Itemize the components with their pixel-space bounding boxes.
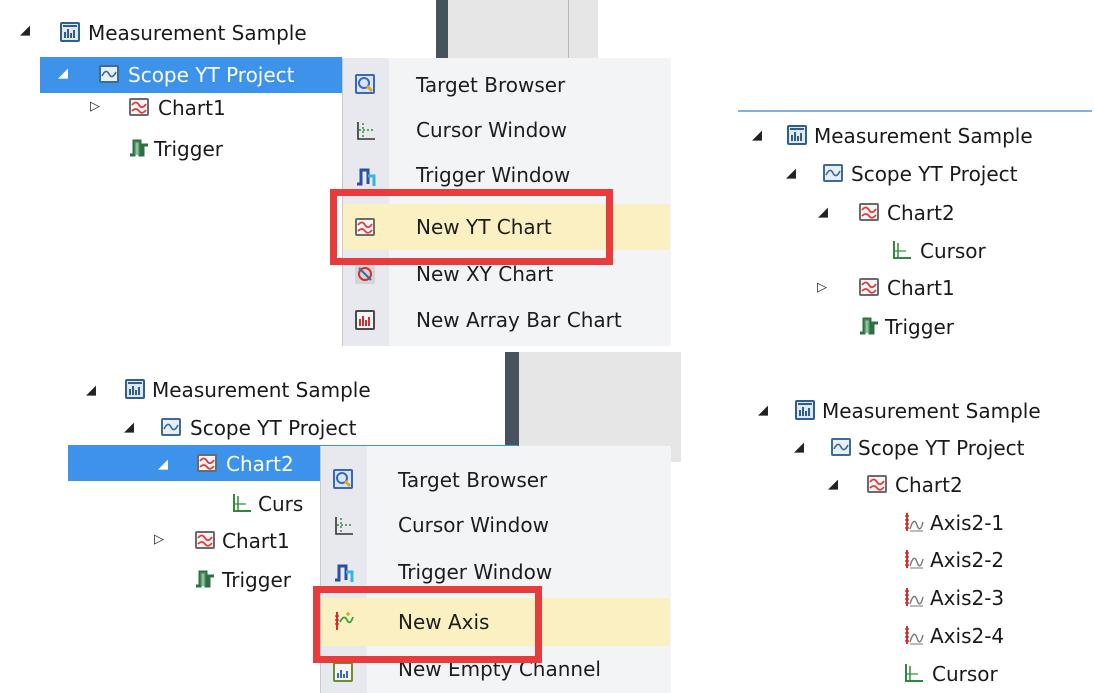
tree-item-measurement-sample[interactable]: Measurement Sample [822, 399, 1041, 423]
collapsed-triangle-icon[interactable]: ▷ [90, 100, 100, 113]
tree-item-axis[interactable]: Axis2-1 [930, 511, 1004, 535]
cursor-icon [230, 492, 252, 514]
yt-chart-icon [128, 96, 150, 118]
menu-item-target-browser[interactable]: Target Browser [416, 73, 565, 97]
tree-item-scope-yt-project[interactable]: Scope YT Project [851, 162, 1018, 186]
cursor-window-icon [332, 515, 354, 537]
tree-item-chart1[interactable]: Chart1 [222, 529, 290, 553]
tree-item-scope-yt-project[interactable]: Scope YT Project [190, 416, 357, 440]
scope-project-icon [98, 63, 120, 85]
trigger-window-icon [354, 166, 376, 188]
new-array-bar-chart-icon [354, 309, 376, 331]
expanded-triangle-icon[interactable]: ◢ [20, 24, 30, 37]
scope-project-icon [822, 162, 844, 184]
expanded-triangle-icon[interactable]: ◢ [158, 458, 168, 471]
yt-chart-icon [194, 529, 216, 551]
highlight-red-box [313, 586, 542, 663]
top-border-line [738, 110, 1092, 112]
tree-item-trigger[interactable]: Trigger [222, 568, 291, 592]
expanded-triangle-icon[interactable]: ◢ [794, 441, 804, 454]
tree-item-cursor[interactable]: Cursor [932, 662, 998, 686]
expanded-triangle-icon[interactable]: ◢ [758, 404, 768, 417]
scope-project-icon [830, 436, 852, 458]
expanded-triangle-icon[interactable]: ◢ [818, 206, 828, 219]
tree-item-chart1[interactable]: Chart1 [887, 276, 955, 300]
cursor-window-icon [354, 120, 376, 142]
expanded-triangle-icon[interactable]: ◢ [786, 167, 796, 180]
pane-background [448, 0, 598, 58]
axis-icon [902, 624, 924, 646]
tree-item-axis[interactable]: Axis2-3 [930, 586, 1004, 610]
highlight-red-box [330, 189, 613, 265]
pane-divider [436, 0, 448, 58]
cursor-icon [902, 662, 924, 684]
tree-item-chart1[interactable]: Chart1 [158, 96, 226, 120]
trigger-icon [128, 137, 150, 159]
expanded-triangle-icon[interactable]: ◢ [752, 129, 762, 142]
tree-item-chart2[interactable]: Chart2 [887, 201, 955, 225]
yt-chart-icon [858, 276, 880, 298]
pane-line [568, 0, 569, 58]
collapsed-triangle-icon[interactable]: ▷ [154, 533, 164, 546]
scope-project-icon [160, 416, 182, 438]
yt-chart-icon [196, 452, 218, 474]
axis-icon [902, 586, 924, 608]
tree-item-axis[interactable]: Axis2-2 [930, 548, 1004, 572]
yt-chart-icon [858, 201, 880, 223]
yt-chart-icon [866, 473, 888, 495]
axis-icon [902, 548, 924, 570]
tree-item-cursor[interactable]: Curs [258, 492, 303, 516]
trigger-window-icon [332, 562, 354, 584]
menu-item-trigger-window[interactable]: Trigger Window [398, 560, 552, 584]
target-browser-icon [354, 73, 376, 95]
menu-item-trigger-window[interactable]: Trigger Window [416, 163, 570, 187]
collapsed-triangle-icon[interactable]: ▷ [817, 281, 827, 294]
tree-item-trigger[interactable]: Trigger [154, 137, 223, 161]
menu-item-new-xy-chart[interactable]: New XY Chart [416, 262, 553, 286]
tree-item-trigger[interactable]: Trigger [885, 315, 954, 339]
expanded-triangle-icon[interactable]: ◢ [86, 384, 96, 397]
tree-item-scope-yt-project[interactable]: Scope YT Project [858, 436, 1025, 460]
tree-item-axis[interactable]: Axis2-4 [930, 624, 1004, 648]
tree-item-cursor[interactable]: Cursor [920, 239, 986, 263]
measurement-icon [59, 21, 81, 43]
axis-icon [902, 511, 924, 533]
expanded-triangle-icon[interactable]: ◢ [58, 67, 68, 80]
tree-item-measurement-sample[interactable]: Measurement Sample [814, 124, 1033, 148]
cursor-icon [890, 239, 912, 261]
measurement-icon [794, 399, 816, 421]
expanded-triangle-icon[interactable]: ◢ [124, 421, 134, 434]
trigger-icon [194, 568, 216, 590]
measurement-icon [124, 378, 146, 400]
new-xy-chart-icon [354, 263, 376, 285]
trigger-icon [858, 315, 880, 337]
measurement-icon [786, 124, 808, 146]
menu-item-new-array-bar-chart[interactable]: New Array Bar Chart [416, 308, 622, 332]
tree-item-chart2[interactable]: Chart2 [226, 452, 294, 476]
tree-item-measurement-sample[interactable]: Measurement Sample [152, 378, 371, 402]
target-browser-icon [332, 468, 354, 490]
menu-item-cursor-window[interactable]: Cursor Window [398, 513, 549, 537]
menu-item-target-browser[interactable]: Target Browser [398, 468, 547, 492]
expanded-triangle-icon[interactable]: ◢ [828, 478, 838, 491]
tree-item-measurement-sample[interactable]: Measurement Sample [88, 21, 307, 45]
new-empty-channel-icon [332, 661, 354, 683]
tree-item-scope-yt-project[interactable]: Scope YT Project [128, 63, 295, 87]
tree-item-chart2[interactable]: Chart2 [895, 473, 963, 497]
menu-item-cursor-window[interactable]: Cursor Window [416, 118, 567, 142]
